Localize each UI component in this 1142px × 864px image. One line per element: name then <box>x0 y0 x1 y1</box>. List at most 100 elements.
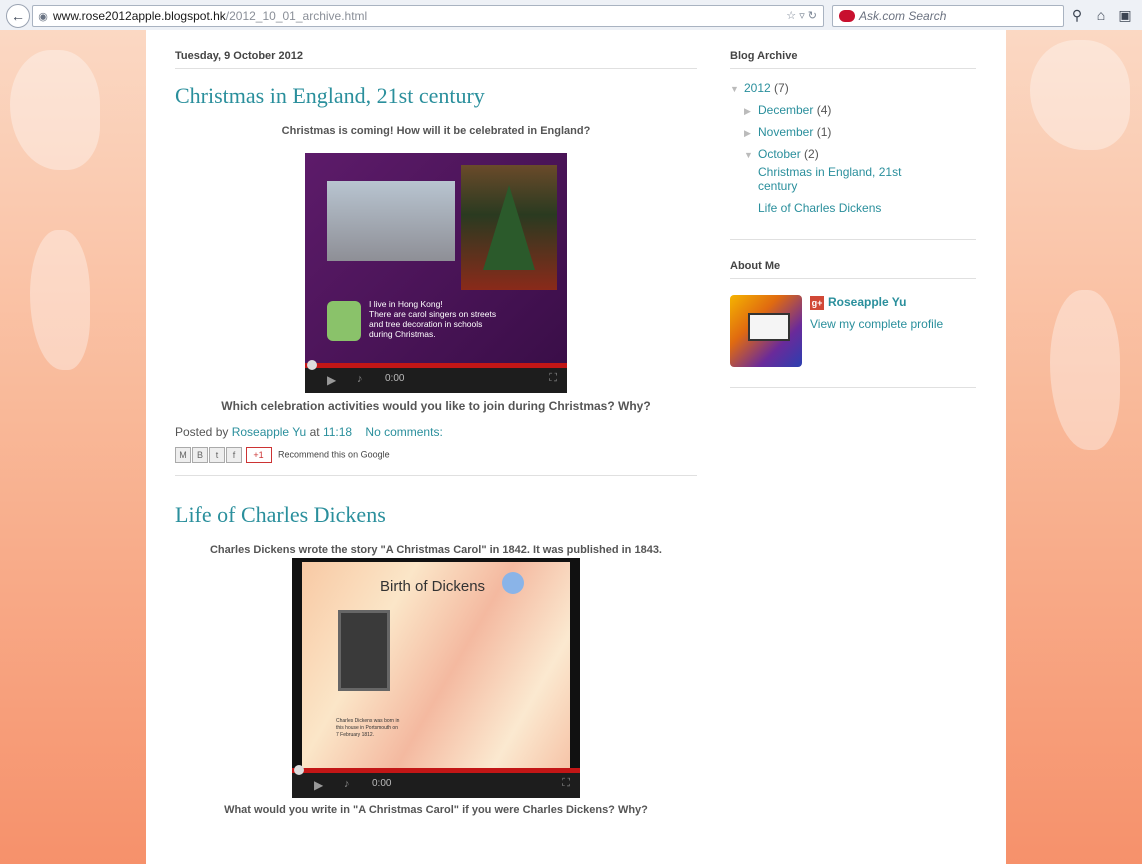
video-photo-house <box>338 610 390 691</box>
twitter-share-icon[interactable]: t <box>209 447 225 463</box>
post-title[interactable]: Life of Charles Dickens <box>175 502 697 528</box>
search-box[interactable]: Ask.com Search <box>832 5 1064 27</box>
video-controls: ▶ ♪ 0:00 ⛶ <box>305 360 567 393</box>
decorative-leaf <box>1050 290 1120 450</box>
back-button[interactable]: ← <box>6 4 30 28</box>
recommend-text: Recommend this on Google <box>278 449 390 460</box>
post-footer: Posted by Roseapple Yu at 11:18 No comme… <box>175 425 697 439</box>
archive-month: ▶ December (4) <box>730 99 976 121</box>
video-scrubber-handle[interactable] <box>294 765 304 775</box>
video-time: 0:00 <box>385 373 405 384</box>
bookmarks-icon[interactable]: ▣ <box>1116 6 1134 24</box>
video-clipart <box>327 301 361 341</box>
home-icon[interactable]: ⌂ <box>1092 6 1110 24</box>
expanded-triangle-icon[interactable]: ▼ <box>730 78 744 100</box>
posted-by-label: Posted by <box>175 425 229 439</box>
caption-line: I live in Hong Kong! <box>369 299 443 309</box>
caption-line: Charles Dickens was born in <box>336 718 400 724</box>
url-domain: www.rose2012apple.blogspot.hk <box>53 9 226 23</box>
video-frame: Birth of Dickens Charles Dickens was bor… <box>302 562 570 768</box>
avatar[interactable] <box>730 295 802 367</box>
post-title[interactable]: Christmas in England, 21st century <box>175 83 697 109</box>
email-share-icon[interactable]: M <box>175 447 191 463</box>
about-heading: About Me <box>730 260 976 279</box>
blog-content: Tuesday, 9 October 2012 Christmas in Eng… <box>146 30 1006 864</box>
profile-name[interactable]: g+ Roseapple Yu <box>810 295 906 310</box>
video-time: 0:00 <box>372 778 392 789</box>
video-progress-bar[interactable] <box>305 360 567 370</box>
post-question: What would you write in "A Christmas Car… <box>224 804 648 816</box>
google-plus-one-button[interactable]: +1 <box>245 447 272 463</box>
profile-widget: g+ Roseapple Yu View my complete profile <box>730 295 976 371</box>
video-player[interactable]: I live in Hong Kong! There are carol sin… <box>305 153 567 393</box>
archive-heading: Blog Archive <box>730 50 976 69</box>
archive-count: (7) <box>774 81 789 95</box>
bookmark-star-icon[interactable]: ☆ ▿ ↻ <box>786 6 817 26</box>
slide-clipart-icon <box>502 572 524 594</box>
archive-month-link[interactable]: December <box>758 103 813 117</box>
at-label: at <box>309 425 320 439</box>
google-plus-icon: g+ <box>810 295 824 310</box>
sidebar: Blog Archive ▼ 2012 (7) ▶ December (4) ▶ No… <box>730 50 976 388</box>
url-path: /2012_10_01_archive.html <box>225 9 368 23</box>
collapsed-triangle-icon[interactable]: ▶ <box>744 122 758 144</box>
archive-count: (4) <box>816 103 832 117</box>
archive-count: (2) <box>804 147 819 161</box>
decorative-leaf <box>1030 40 1130 150</box>
archive-month-link[interactable]: November <box>758 125 813 139</box>
decorative-leaf <box>30 230 90 370</box>
post-intro: Charles Dickens wrote the story "A Chris… <box>209 544 662 556</box>
decorative-leaf <box>10 50 100 170</box>
video-progress-bar[interactable] <box>292 765 580 775</box>
post-divider <box>175 475 697 476</box>
archive-post-link[interactable]: Life of Charles Dickens <box>730 201 976 215</box>
post-question: Which celebration activities would you l… <box>221 399 651 413</box>
volume-icon[interactable]: ♪ <box>344 778 350 790</box>
video-photo-tree <box>461 165 557 290</box>
caption-line: this house in Portsmouth on <box>336 725 398 731</box>
archive-year-link[interactable]: 2012 <box>744 81 771 95</box>
expanded-triangle-icon[interactable]: ▼ <box>744 144 758 166</box>
fullscreen-icon[interactable]: ⛶ <box>562 777 570 790</box>
archive-list: ▼ 2012 (7) ▶ December (4) ▶ November (1) ▼ O… <box>730 77 976 215</box>
archive-month: ▶ November (1) <box>730 121 976 143</box>
play-icon[interactable]: ▶ <box>327 373 336 387</box>
post-date: Tuesday, 9 October 2012 <box>175 50 697 69</box>
main-column: Tuesday, 9 October 2012 Christmas in Eng… <box>175 50 697 816</box>
facebook-share-icon[interactable]: f <box>226 447 242 463</box>
caption-line: and tree decoration in schools <box>369 319 483 329</box>
video-caption: I live in Hong Kong! There are carol sin… <box>369 299 559 339</box>
collapsed-triangle-icon[interactable]: ▶ <box>744 100 758 122</box>
comments-link[interactable]: No comments: <box>365 425 442 439</box>
archive-count: (1) <box>816 125 832 139</box>
video-scrubber-handle[interactable] <box>307 360 317 370</box>
blogthis-share-icon[interactable]: B <box>192 447 208 463</box>
post-intro: Christmas is coming! How will it be cele… <box>281 125 591 137</box>
sidebar-divider <box>730 239 976 240</box>
search-icon[interactable]: ⚲ <box>1068 6 1086 24</box>
author-link[interactable]: Roseapple Yu <box>232 425 307 439</box>
archive-year: ▼ 2012 (7) <box>730 77 976 99</box>
profile-name-text: Roseapple Yu <box>828 295 907 309</box>
share-buttons: MBtf +1 Recommend this on Google <box>175 447 697 463</box>
archive-month-link[interactable]: October <box>758 147 801 161</box>
post-time-link[interactable]: 11:18 <box>323 425 352 439</box>
globe-icon: ◉ <box>38 11 48 23</box>
fullscreen-icon[interactable]: ⛶ <box>549 372 557 385</box>
view-profile-link[interactable]: View my complete profile <box>810 317 943 331</box>
slide-title: Birth of Dickens <box>380 578 486 595</box>
address-bar[interactable]: ◉ www.rose2012apple.blogspot.hk/2012_10_0… <box>32 5 824 27</box>
archive-post-link[interactable]: Christmas in England, 21st century <box>730 165 908 193</box>
browser-toolbar: ← ◉ www.rose2012apple.blogspot.hk/2012_10… <box>0 0 1142 31</box>
video-frame: I live in Hong Kong! There are carol sin… <box>305 153 567 363</box>
volume-icon[interactable]: ♪ <box>357 373 363 385</box>
caption-line: 7 February 1812. <box>336 732 375 738</box>
ask-logo-icon <box>839 10 855 22</box>
caption-line: during Christmas. <box>369 329 436 339</box>
caption-line: There are carol singers on streets <box>369 309 497 319</box>
play-icon[interactable]: ▶ <box>314 778 323 792</box>
archive-month: ▼ October (2) <box>730 143 976 165</box>
video-player[interactable]: Birth of Dickens Charles Dickens was bor… <box>292 558 580 798</box>
video-photo-carol-singers <box>327 181 455 261</box>
slide-caption: Charles Dickens was born in this house i… <box>336 718 446 739</box>
